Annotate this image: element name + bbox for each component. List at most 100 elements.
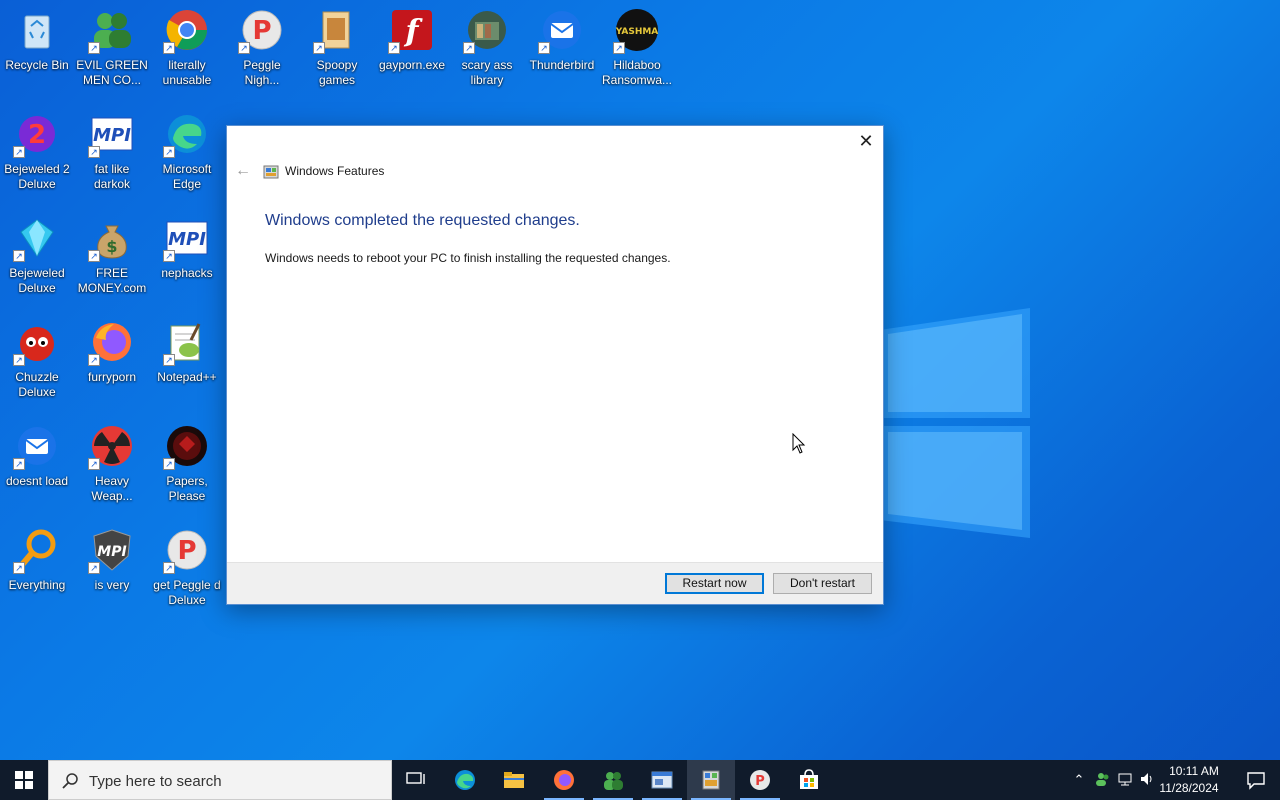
mpi-shield-icon: MPI ↗ <box>88 526 136 574</box>
taskbar-windows-features-button[interactable] <box>687 760 735 800</box>
desktop-icon-label: furryporn <box>87 370 137 384</box>
shortcut-arrow-icon: ↗ <box>13 458 25 470</box>
taskbar-green-men-button[interactable] <box>589 760 637 800</box>
desktop-icon-label: nephacks <box>161 266 213 280</box>
svg-text:$: $ <box>106 237 117 256</box>
shortcut-arrow-icon: ↗ <box>88 250 100 262</box>
desktop-icon[interactable]: f ↗ gayporn.exe <box>375 0 449 100</box>
taskbar-app-window-button[interactable] <box>638 760 686 800</box>
shortcut-arrow-icon: ↗ <box>163 354 175 366</box>
windows-features-dialog: ✕ ← Windows Features Windows completed t… <box>226 125 884 605</box>
windows-features-icon <box>702 770 720 790</box>
desktop-icon-label: Bejeweled Deluxe <box>9 266 65 295</box>
desktop-icon[interactable]: ↗ furryporn <box>75 312 149 412</box>
people-icon[interactable] <box>1094 771 1112 789</box>
svg-text:YASHMA: YASHMA <box>615 27 659 37</box>
shortcut-arrow-icon: ↗ <box>13 250 25 262</box>
desktop-icon-label: is very <box>94 578 130 592</box>
taskbar-firefox-button[interactable] <box>540 760 588 800</box>
notepad-plus-icon: ↗ <box>163 318 211 366</box>
search-input[interactable]: Type here to search <box>48 760 392 800</box>
desktop-icon-label: EVIL GREEN MEN CO... <box>76 58 148 87</box>
shortcut-arrow-icon: ↗ <box>388 42 400 54</box>
desktop-icon[interactable]: P ↗ Peggle Nigh... <box>225 0 299 100</box>
desktop-icon[interactable]: ↗ Spoopy games <box>300 0 374 100</box>
desktop-icon[interactable]: ↗ Microsoft Edge <box>150 104 224 204</box>
peggle-icon: P <box>750 770 770 790</box>
desktop-icon[interactable]: ↗ literally unusable <box>150 0 224 100</box>
peggle-icon: P ↗ <box>163 526 211 574</box>
chevron-up-icon[interactable]: ⌃ <box>1070 771 1088 789</box>
start-button[interactable] <box>0 760 48 800</box>
desktop-icon-label: Bejeweled 2 Deluxe <box>4 162 70 191</box>
restart-now-button[interactable]: Restart now <box>665 573 764 594</box>
desktop-icon[interactable]: ↗ Papers, Please <box>150 416 224 516</box>
notification-icon[interactable] <box>1246 770 1266 790</box>
green-men-icon: ↗ <box>88 6 136 54</box>
desktop-icon[interactable]: MPI ↗ fat like darkok <box>75 104 149 204</box>
svg-text:P: P <box>252 16 271 46</box>
shortcut-arrow-icon: ↗ <box>13 562 25 574</box>
shortcut-arrow-icon: ↗ <box>88 354 100 366</box>
taskbar-file-explorer-button[interactable] <box>490 760 538 800</box>
desktop-icon[interactable]: MPI ↗ nephacks <box>150 208 224 308</box>
close-button[interactable]: ✕ <box>855 130 877 152</box>
taskbar-edge-button[interactable] <box>441 760 489 800</box>
desktop-icon[interactable]: ↗ Everything <box>0 520 74 620</box>
shortcut-arrow-icon: ↗ <box>163 42 175 54</box>
taskbar-store-button[interactable] <box>785 760 833 800</box>
desktop-icon[interactable]: 2 ↗ Bejeweled 2 Deluxe <box>0 104 74 204</box>
desktop-icon[interactable]: ↗ Thunderbird <box>525 0 599 100</box>
desktop-icon-label: Hildaboo Ransomwa... <box>601 58 673 87</box>
dont-restart-button[interactable]: Don't restart <box>773 573 872 594</box>
bejeweled2-icon: 2 ↗ <box>13 110 61 158</box>
dialog-footer: Restart now Don't restart <box>227 562 883 604</box>
desktop-icon-label: doesnt load <box>5 474 69 488</box>
shortcut-arrow-icon: ↗ <box>88 42 100 54</box>
desktop-icon[interactable]: YASHMA ↗ Hildaboo Ransomwa... <box>600 0 674 100</box>
shortcut-arrow-icon: ↗ <box>88 562 100 574</box>
flash-icon: f ↗ <box>388 6 436 54</box>
desktop-icon[interactable]: ↗ Chuzzle Deluxe <box>0 312 74 412</box>
chuzzle-icon: ↗ <box>13 318 61 366</box>
desktop-icon[interactable]: ↗ scary ass library <box>450 0 524 100</box>
network-icon[interactable] <box>1116 771 1134 789</box>
svg-text:MPI: MPI <box>97 544 126 560</box>
green-men-icon <box>604 772 623 790</box>
money-bag-icon: $ ↗ <box>88 214 136 262</box>
desktop-icon[interactable]: ↗ Bejeweled Deluxe <box>0 208 74 308</box>
desktop-icon[interactable]: ↗ Heavy Weap... <box>75 416 149 516</box>
firefox-icon: ↗ <box>88 318 136 366</box>
shortcut-arrow-icon: ↗ <box>163 250 175 262</box>
back-arrow-icon[interactable]: ← <box>233 162 253 180</box>
clock-date[interactable]: 11/28/2024 <box>1154 781 1224 795</box>
dialog-app-title: Windows Features <box>285 164 385 178</box>
desktop-icon[interactable]: P ↗ get Peggle d Deluxe <box>150 520 224 620</box>
svg-text:MPI: MPI <box>168 229 206 250</box>
desktop-icon-label: FREE MONEY.com <box>77 266 147 295</box>
desktop-icon[interactable]: $ ↗ FREE MONEY.com <box>75 208 149 308</box>
mouse-cursor-icon <box>792 433 806 454</box>
taskbar-peggle-button[interactable]: P <box>736 760 784 800</box>
clock-time[interactable]: 10:11 AM <box>1164 764 1224 778</box>
desktop-icon-label: Everything <box>8 578 66 592</box>
mpi-icon: MPI ↗ <box>163 214 211 262</box>
shortcut-arrow-icon: ↗ <box>88 146 100 158</box>
desktop-icon[interactable]: ↗ Notepad++ <box>150 312 224 412</box>
desktop-icon[interactable]: Recycle Bin <box>0 0 74 100</box>
desktop-icon-label: scary ass library <box>461 58 513 87</box>
system-tray: ⌃ 10:11 AM 11/28/2024 <box>1060 760 1280 800</box>
desktop-icon[interactable]: ↗ doesnt load <box>0 416 74 516</box>
library-icon: ↗ <box>463 6 511 54</box>
taskbar-task-view-button[interactable] <box>392 760 440 800</box>
svg-text:P: P <box>755 774 765 789</box>
desktop-icon[interactable]: MPI ↗ is very <box>75 520 149 620</box>
dialog-message: Windows needs to reboot your PC to finis… <box>265 251 671 265</box>
search-placeholder: Type here to search <box>89 773 222 790</box>
desktop-icon[interactable]: ↗ EVIL GREEN MEN CO... <box>75 0 149 100</box>
gem-icon: ↗ <box>13 214 61 262</box>
recycle-bin-icon <box>13 6 61 54</box>
svg-text:2: 2 <box>28 120 46 150</box>
taskbar: Type here to search P ⌃ 10:11 AM 11/28/2… <box>0 760 1280 800</box>
desktop-icon-label: Spoopy games <box>316 58 358 87</box>
